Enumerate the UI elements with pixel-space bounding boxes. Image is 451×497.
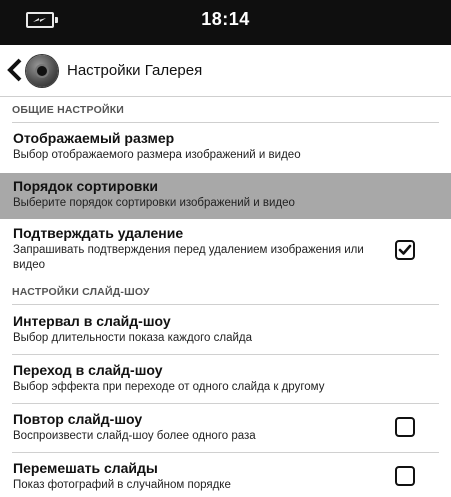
confirm-delete-checkbox[interactable] (395, 240, 415, 260)
pref-title: Интервал в слайд-шоу (13, 313, 171, 329)
pref-title: Порядок сортировки (13, 178, 158, 194)
divider (12, 354, 439, 355)
pref-title: Повтор слайд-шоу (13, 411, 143, 427)
section-header-general: ОБЩИЕ НАСТРОЙКИ (12, 104, 439, 123)
status-time: 18:14 (201, 9, 250, 29)
pref-summary: Выбор эффекта при переходе от одного сла… (13, 381, 325, 393)
pref-sort-order[interactable]: Порядок сортировки Выберите порядок сорт… (0, 173, 451, 219)
divider (12, 452, 439, 453)
pref-slide-interval[interactable]: Интервал в слайд-шоу Выбор длительности … (0, 313, 451, 357)
status-bar: 18:14 (0, 0, 451, 45)
pref-summary: Выберите порядок сортировки изображений … (13, 197, 295, 209)
slide-repeat-checkbox[interactable] (395, 417, 415, 437)
pref-title: Подтверждать удаление (13, 225, 184, 241)
pref-summary: Выбор отображаемого размера изображений … (13, 149, 301, 161)
pref-summary: Воспроизвести слайд-шоу более одного раз… (13, 430, 256, 442)
pref-slide-transition[interactable]: Переход в слайд-шоу Выбор эффекта при пе… (0, 362, 451, 406)
pref-title: Отображаемый размер (13, 130, 175, 146)
pref-summary: Запрашивать подтверждения перед удаление… (13, 244, 364, 271)
app-bar: Настройки Галерея (0, 45, 451, 97)
divider (12, 403, 439, 404)
pref-title: Переход в слайд-шоу (13, 362, 163, 378)
page-title: Настройки Галерея (67, 62, 203, 79)
pref-confirm-delete[interactable]: Подтверждать удаление Запрашивать подтве… (0, 225, 451, 280)
chevron-left-icon[interactable] (6, 58, 24, 82)
pref-summary: Выбор длительности показа каждого слайда (13, 332, 253, 344)
gallery-app-icon[interactable] (26, 55, 58, 87)
slide-shuffle-checkbox[interactable] (395, 466, 415, 486)
pref-title: Перемешать слайды (13, 460, 158, 476)
pref-slide-shuffle[interactable]: Перемешать слайды Показ фотографий в слу… (0, 460, 451, 497)
pref-display-size[interactable]: Отображаемый размер Выбор отображаемого … (0, 127, 451, 173)
pref-slide-repeat[interactable]: Повтор слайд-шоу Воспроизвести слайд-шоу… (0, 411, 451, 455)
pref-summary: Показ фотографий в случайном порядке (13, 479, 231, 491)
section-header-slideshow: НАСТРОЙКИ СЛАЙД-ШОУ (12, 286, 439, 305)
